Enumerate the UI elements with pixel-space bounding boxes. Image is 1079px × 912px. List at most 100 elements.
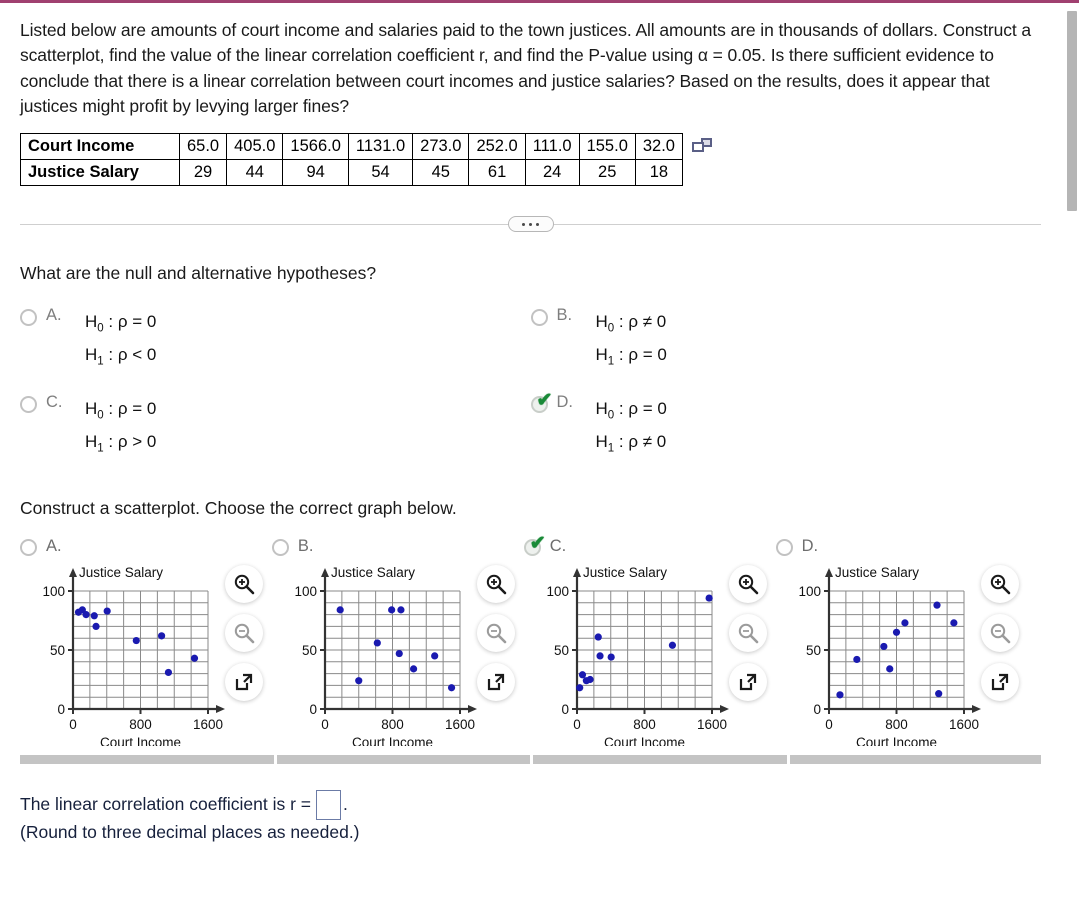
svg-text:0: 0 xyxy=(561,702,569,717)
answer-suffix: . xyxy=(343,794,348,815)
cell-justice-salary-8: 18 xyxy=(634,158,684,186)
cell-court-income-6: 111.0 xyxy=(524,132,580,160)
graph-letter-c: C. xyxy=(549,536,567,555)
pop-out-icon[interactable] xyxy=(225,663,263,702)
choice-option-d[interactable]: ✔ D. H0 : ρ = 0 H1 : ρ ≠ 0 xyxy=(530,391,1042,460)
zoom-out-icon[interactable] xyxy=(476,614,515,653)
cell-court-income-3: 1131.0 xyxy=(347,132,414,160)
cell-justice-salary-7: 25 xyxy=(578,158,636,186)
choice-option-a[interactable]: A. H0 : ρ = 0 H1 : ρ < 0 xyxy=(20,306,531,373)
graph-b-tools xyxy=(476,565,515,702)
choice-option-b[interactable]: B. H0 : ρ ≠ 0 H1 : ρ = 0 xyxy=(530,306,1042,373)
scatterplot-d: 0 50 100 0 800 1600 Justice Salary Court Income xyxy=(798,565,981,746)
radio-button-c[interactable] xyxy=(20,395,37,413)
checkmark-icon: ✔ xyxy=(536,389,553,411)
pop-out-icon[interactable] xyxy=(980,663,1019,702)
svg-text:100: 100 xyxy=(294,584,317,599)
cell-justice-salary-3: 54 xyxy=(347,158,414,186)
graph-b-scrollbar[interactable] xyxy=(276,755,531,765)
graph-c-header: ✔ C. xyxy=(523,533,776,559)
cell-justice-salary-2: 94 xyxy=(282,158,349,186)
radio-button-graph-d[interactable] xyxy=(775,539,793,557)
ellipsis-icon[interactable] xyxy=(507,216,554,232)
graph-letter-a: A. xyxy=(46,536,62,555)
zoom-in-icon[interactable] xyxy=(728,565,767,604)
svg-text:Justice Salary: Justice Salary xyxy=(331,565,415,580)
zoom-out-icon[interactable] xyxy=(728,614,767,653)
graph-c-tools xyxy=(728,565,767,702)
svg-text:0: 0 xyxy=(321,717,329,732)
table-row: Court Income 65.0 405.0 1566.0 1131.0 27… xyxy=(20,132,684,160)
zoom-in-icon[interactable] xyxy=(980,565,1019,604)
choice-text-c: H0 : ρ = 0 H1 : ρ > 0 xyxy=(85,393,156,460)
svg-text:Justice Salary: Justice Salary xyxy=(835,565,919,580)
statement-paragraph: Listed below are amounts of court income… xyxy=(20,20,1032,117)
zoom-out-icon[interactable] xyxy=(980,614,1019,653)
graph-option-d[interactable]: D. 0 50 100 0 800 1600 Justice Salary Court Inc… xyxy=(775,533,1041,749)
graph-d-scrollbar[interactable] xyxy=(790,755,1041,765)
svg-text:0: 0 xyxy=(573,717,581,732)
pop-out-icon[interactable] xyxy=(728,663,767,702)
choice-text-b: H0 : ρ ≠ 0 H1 : ρ = 0 xyxy=(596,306,667,373)
zoom-in-icon[interactable] xyxy=(225,565,263,604)
cell-court-income-1: 405.0 xyxy=(226,132,284,160)
copy-icon-front xyxy=(692,141,704,152)
cell-justice-salary-4: 45 xyxy=(412,158,470,186)
dot xyxy=(529,222,532,226)
svg-text:100: 100 xyxy=(546,584,569,599)
radio-button-graph-c[interactable]: ✔ xyxy=(523,534,546,557)
graph-option-a[interactable]: A. 0 50 100 0 800 1600 Justice Salary Court Inc… xyxy=(20,533,272,749)
copy-icon[interactable] xyxy=(692,137,712,156)
svg-text:1600: 1600 xyxy=(193,717,223,732)
svg-text:0: 0 xyxy=(813,702,821,717)
scrollbar-thumb[interactable] xyxy=(1067,11,1077,211)
graph-a-header: A. xyxy=(20,533,272,559)
radio-button-graph-b[interactable] xyxy=(271,539,289,557)
scatterplot-b: 0 50 100 0 800 1600 Justice Salary Court Income xyxy=(294,565,477,746)
svg-text:Court Income: Court Income xyxy=(352,735,433,746)
graph-letter-d: D. xyxy=(801,536,819,555)
null-hypothesis-d: H0 : ρ = 0 xyxy=(595,398,667,422)
svg-text:0: 0 xyxy=(57,702,65,717)
alt-hypothesis-b: H1 : ρ = 0 xyxy=(595,345,667,368)
radio-button-b[interactable] xyxy=(530,308,548,326)
alt-hypothesis-a: H1 : ρ < 0 xyxy=(85,345,157,368)
zoom-in-icon[interactable] xyxy=(476,565,515,604)
radio-button-graph-a[interactable] xyxy=(20,539,37,557)
graph-c-scrollbar[interactable] xyxy=(533,755,788,765)
choice-letter-d: D. xyxy=(556,392,574,411)
alt-hypothesis-d: H1 : ρ ≠ 0 xyxy=(595,432,667,455)
choice-option-c[interactable]: C. H0 : ρ = 0 H1 : ρ > 0 xyxy=(20,393,531,460)
graph-option-c[interactable]: ✔ C. 0 50 100 0 800 1600 Justice Salary Court I… xyxy=(523,533,776,749)
choice-letter-c: C. xyxy=(46,392,63,411)
cell-justice-salary-6: 24 xyxy=(524,158,580,186)
graph-c-body: 0 50 100 0 800 1600 Justice Salary Court Income xyxy=(524,559,776,749)
graph-option-b[interactable]: B. 0 50 100 0 800 1600 Justice Salary Court Inc… xyxy=(271,533,524,749)
radio-button-a[interactable] xyxy=(20,308,37,326)
svg-text:0: 0 xyxy=(69,717,77,732)
pop-out-icon[interactable] xyxy=(476,663,515,702)
svg-text:0: 0 xyxy=(825,717,833,732)
cell-court-income-5: 252.0 xyxy=(468,132,526,160)
svg-text:800: 800 xyxy=(129,717,152,732)
svg-text:Justice Salary: Justice Salary xyxy=(583,565,667,580)
null-hypothesis-c: H0 : ρ = 0 xyxy=(85,398,157,422)
graph-a-scrollbar[interactable] xyxy=(20,755,274,765)
scatterplot-a: 0 50 100 0 800 1600 Justice Salary Court Income xyxy=(42,565,225,746)
row-header-justice-salary: Justice Salary xyxy=(20,158,180,186)
table-row: Justice Salary 29 44 94 54 45 61 24 25 1… xyxy=(20,158,684,186)
svg-text:50: 50 xyxy=(554,643,569,658)
radio-button-d[interactable]: ✔ xyxy=(530,391,552,413)
cell-court-income-7: 155.0 xyxy=(578,132,636,160)
cell-justice-salary-5: 61 xyxy=(468,158,526,186)
page-vertical-scrollbar[interactable] xyxy=(1065,6,1079,912)
cell-court-income-2: 1566.0 xyxy=(282,132,349,160)
zoom-out-icon[interactable] xyxy=(225,614,263,653)
svg-text:100: 100 xyxy=(42,584,65,599)
svg-text:800: 800 xyxy=(381,717,404,732)
alt-hypothesis-c: H1 : ρ > 0 xyxy=(85,432,157,455)
svg-text:800: 800 xyxy=(633,717,656,732)
graph-b-header: B. xyxy=(271,533,524,559)
cell-court-income-4: 273.0 xyxy=(412,132,470,160)
r-value-input[interactable] xyxy=(316,790,341,821)
